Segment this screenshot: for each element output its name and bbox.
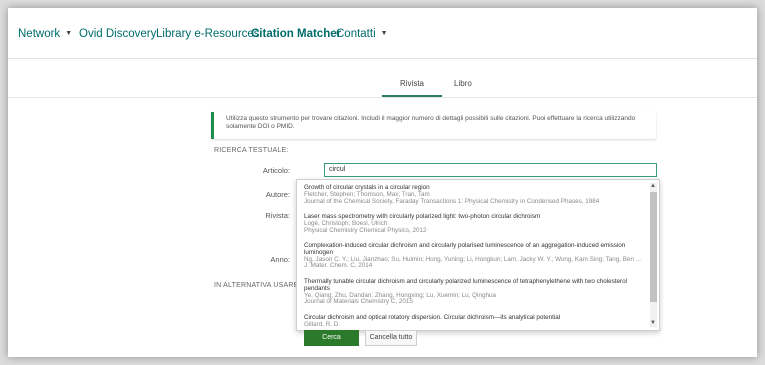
nav-network[interactable]: Network ▼ (18, 28, 72, 40)
label-rivista: Rivista: (265, 211, 290, 220)
suggestion-item[interactable]: Growth of circular crystals in a circula… (304, 184, 644, 205)
nav-library-eresources[interactable]: Library e-Resources (156, 28, 260, 40)
scroll-up-arrow-icon[interactable]: ▲ (650, 183, 656, 189)
chevron-down-icon: ▼ (380, 30, 388, 38)
article-input[interactable]: circul (324, 163, 657, 177)
tab-bar: Rivista Libro (8, 59, 757, 98)
scroll-down-arrow-icon[interactable]: ▼ (650, 320, 656, 326)
label-autore: Autore: (265, 190, 290, 199)
suggestion-title: Circular dichroism and optical rotatory … (304, 314, 561, 321)
browser-frame: Network ▼ Ovid Discovery Library e-Resour… (8, 8, 757, 357)
nav-citation-matcher[interactable]: Citation Matcher (251, 28, 341, 40)
search-button[interactable]: Cerca (304, 330, 359, 346)
suggestion-source: J. Mater. Chem. C, 2014 (304, 262, 373, 270)
label-anno: Anno: (270, 255, 290, 264)
suggestion-source: Journal of Materials Chemistry C, 2015 (304, 298, 413, 306)
tab-rivista[interactable]: Rivista (400, 79, 424, 88)
suggestion-item[interactable]: Laser mass spectrometry with circularly … (304, 213, 644, 234)
clear-all-button[interactable]: Cancella tutto (365, 330, 417, 346)
suggestion-source: Journal of the Chemical Society, Faraday… (304, 197, 600, 205)
nav-contatti-label: Contatti (336, 28, 376, 40)
top-navigation: Network ▼ Ovid Discovery Library e-Resour… (8, 8, 757, 59)
autocomplete-dropdown: Growth of circular crystals in a circula… (296, 179, 660, 331)
nav-network-label: Network (18, 28, 61, 40)
scrollbar-thumb[interactable] (650, 192, 657, 302)
suggestion-title: Thermally tunable circular dichroism and… (304, 278, 628, 292)
chevron-down-icon: ▼ (65, 30, 73, 38)
active-tab-indicator (382, 95, 442, 97)
suggestion-item[interactable]: Circular dichroism and optical rotatory … (304, 314, 644, 329)
suggestion-authors: Gillard, R. D. (304, 320, 341, 328)
tab-libro[interactable]: Libro (454, 79, 472, 88)
suggestion-source: Physical Chemistry Chemical Physics, 201… (304, 226, 427, 234)
label-articolo: Articolo: (262, 166, 290, 175)
suggestion-title: Complexation-induced circular dichroism … (304, 242, 626, 256)
suggestion-item[interactable]: Complexation-induced circular dichroism … (304, 242, 644, 270)
section-text-search-heading: RICERCA TESTUALE: (214, 147, 289, 154)
section-alternative-heading: IN ALTERNATIVA USARE: (214, 282, 301, 289)
nav-ovid-discovery[interactable]: Ovid Discovery (79, 28, 156, 40)
nav-contatti[interactable]: Contatti ▼ (336, 28, 388, 40)
info-box: Utilizza questo strumento per trovare ci… (211, 112, 656, 139)
suggestion-item[interactable]: Thermally tunable circular dichroism and… (304, 278, 644, 306)
